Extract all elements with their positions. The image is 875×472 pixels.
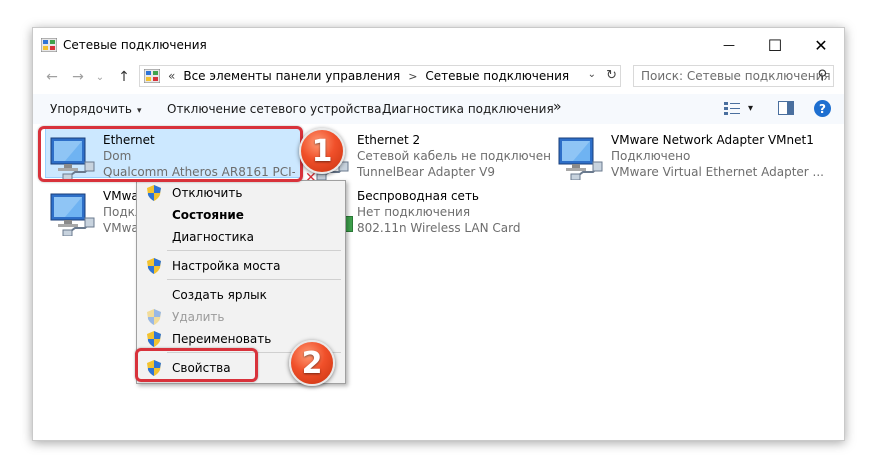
menu-item-label: Переименовать [172,332,272,346]
forward-button[interactable]: → [67,67,89,87]
menu-item-status[interactable]: Состояние [137,204,345,226]
search-box[interactable]: Поиск: Сетевые подключения ⚲ [633,65,834,87]
close-button[interactable]: ✕ [798,28,844,62]
preview-pane-icon[interactable] [778,101,794,115]
command-bar: Упорядочить ▾ Отключение сетевого устройс… [33,94,844,124]
connection-name: Беспроводная сеть [357,189,480,203]
menu-separator [167,279,341,280]
change-view-icon[interactable] [724,101,740,115]
connection-name: VMware Network Adapter VMnet1 [611,133,814,147]
organize-label: Упорядочить [50,102,132,116]
network-connections-window: Сетевые подключения — ☐ ✕ ← → ⌄ ↑ « Все … [32,27,845,441]
minimize-button[interactable]: — [706,28,752,62]
network-connections-icon [41,38,57,52]
connection-device: 802.11n Wireless LAN Card [357,221,521,235]
ethernet-highlight-frame [38,126,303,182]
menu-item-label: Диагностика [172,230,255,244]
menu-item-delete: Удалить [137,306,345,328]
menu-item-bridge[interactable]: Настройка моста [137,255,345,277]
menu-item-diagnose[interactable]: Диагностика [137,226,345,248]
menu-item-label: Создать ярлык [172,288,267,302]
search-icon: ⚲ [817,68,827,83]
refresh-icon[interactable]: ↻ [606,68,617,83]
connection-status: Сетевой кабель не подключен [357,149,551,163]
network-adapter-icon [553,132,607,180]
breadcrumb-separator-icon: > [408,69,418,83]
connection-name: Ethernet 2 [357,133,421,147]
search-input[interactable]: Поиск: Сетевые подключения [641,69,831,83]
connection-vmware-vmnet8[interactable]: VMwa Подкл VMwa [45,188,145,242]
connection-device: TunnelBear Adapter V9 [357,165,496,179]
control-panel-icon [144,69,160,83]
uac-shield-icon [147,309,161,325]
up-button[interactable]: ↑ [113,67,135,87]
diagnose-connection-button[interactable]: Диагностика подключения [382,102,554,116]
connection-vmware-vmnet1[interactable]: VMware Network Adapter VMnet1 Подключено… [553,132,843,186]
uac-shield-icon [147,258,161,274]
breadcrumb-overflow-icon[interactable]: « [168,69,175,83]
back-arrow-icon: ← [46,69,58,85]
help-button[interactable]: ? [814,100,831,117]
navigation-bar: ← → ⌄ ↑ « Все элементы панели управления… [33,62,844,92]
maximize-icon: ☐ [767,35,783,55]
menu-item-disable[interactable]: Отключить [137,182,345,204]
menu-item-label: Отключить [172,186,243,200]
help-icon: ? [819,101,826,116]
up-arrow-icon: ↑ [118,69,130,85]
address-bar[interactable]: « Все элементы панели управления > Сетев… [139,65,621,87]
maximize-button[interactable]: ☐ [752,28,798,62]
menu-item-label: Удалить [172,310,225,324]
forward-arrow-icon: → [72,69,84,85]
view-options-caret-icon[interactable]: ▾ [748,103,753,114]
breadcrumb-network-connections[interactable]: Сетевые подключения [425,69,569,83]
step-badge-1: 1 [299,128,345,174]
caret-down-icon: ▾ [136,106,142,116]
chevron-down-icon: ⌄ [95,71,105,83]
back-button[interactable]: ← [41,67,63,87]
connection-status: Нет подключения [357,205,471,219]
menu-separator [167,250,341,251]
step-badge-2: 2 [289,340,335,386]
more-commands-button[interactable]: » [553,99,562,115]
breadcrumb-all-control-panel-items[interactable]: Все элементы панели управления [183,69,400,83]
minimize-icon: — [723,38,735,52]
organize-menu[interactable]: Упорядочить ▾ [50,102,141,116]
address-dropdown-icon[interactable]: ⌄ [588,69,596,80]
menu-item-label: Настройка моста [172,259,281,273]
recent-locations-button[interactable]: ⌄ [89,67,111,87]
connection-status: Подключено [611,149,691,163]
menu-item-label: Состояние [172,208,244,222]
close-icon: ✕ [814,35,828,55]
connection-device: VMware Virtual Ethernet Adapter ... [611,165,824,179]
disable-device-button[interactable]: Отключение сетевого устройства [167,102,381,116]
menu-item-create-shortcut[interactable]: Создать ярлык [137,284,345,306]
uac-shield-icon [147,331,161,347]
properties-highlight-frame [135,348,258,382]
uac-shield-icon [147,185,161,201]
window-title: Сетевые подключения [63,38,207,52]
title-bar[interactable]: Сетевые подключения — ☐ ✕ [33,28,844,62]
network-adapter-icon [45,188,99,236]
